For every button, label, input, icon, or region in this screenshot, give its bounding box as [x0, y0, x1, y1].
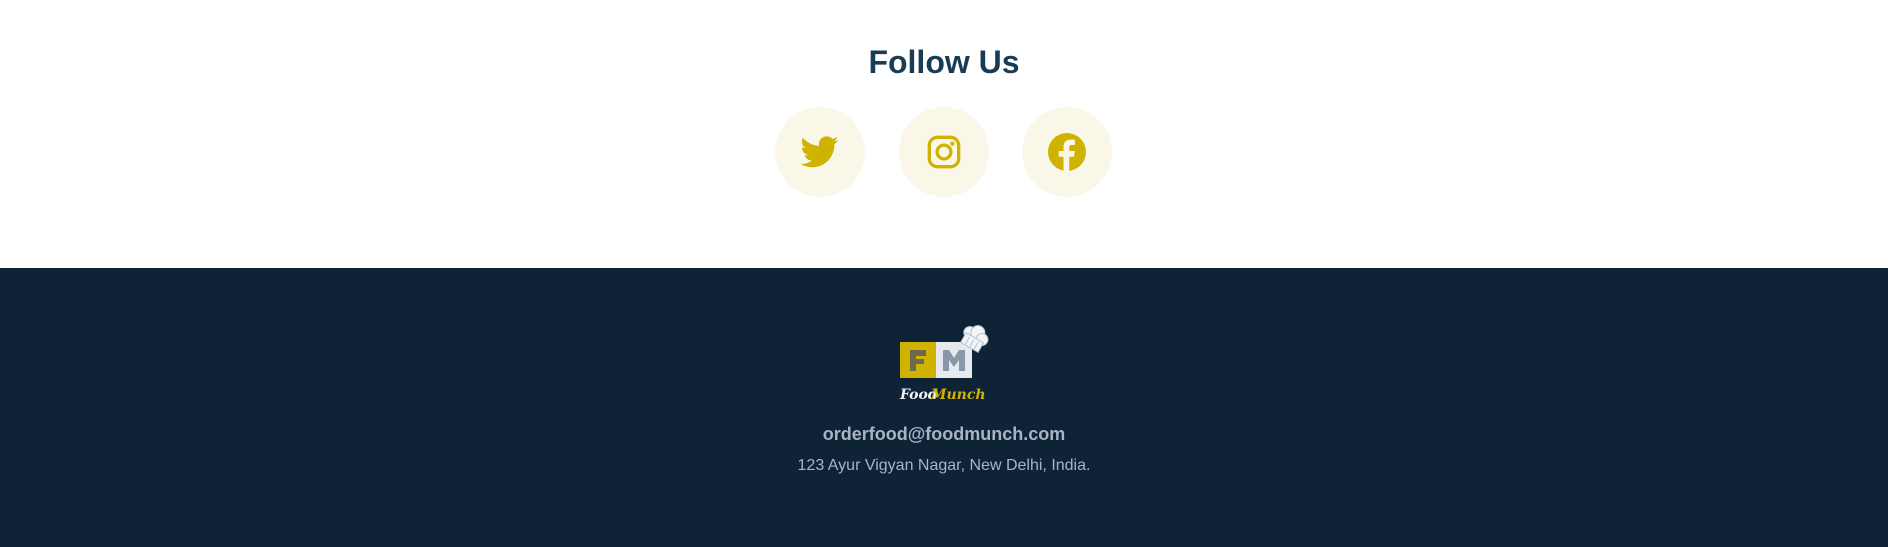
instagram-button[interactable] [899, 107, 989, 197]
foodmunch-logo[interactable]: Food Munch [897, 325, 991, 405]
facebook-icon [1048, 133, 1086, 171]
facebook-button[interactable] [1022, 107, 1112, 197]
follow-us-section: Follow Us [0, 0, 1888, 268]
instagram-icon [927, 135, 961, 169]
follow-us-heading: Follow Us [868, 44, 1020, 80]
logo-text-munch: Munch [930, 387, 986, 403]
twitter-button[interactable] [775, 107, 865, 197]
footer-email-link[interactable]: orderfood@foodmunch.com [0, 422, 1888, 446]
footer: Food Munch orderfood@foodmunch.com 123 A… [0, 268, 1888, 547]
social-icons-row [0, 107, 1888, 197]
twitter-icon [801, 136, 839, 168]
footer-address: 123 Ayur Vigyan Nagar, New Delhi, India. [797, 457, 1091, 474]
